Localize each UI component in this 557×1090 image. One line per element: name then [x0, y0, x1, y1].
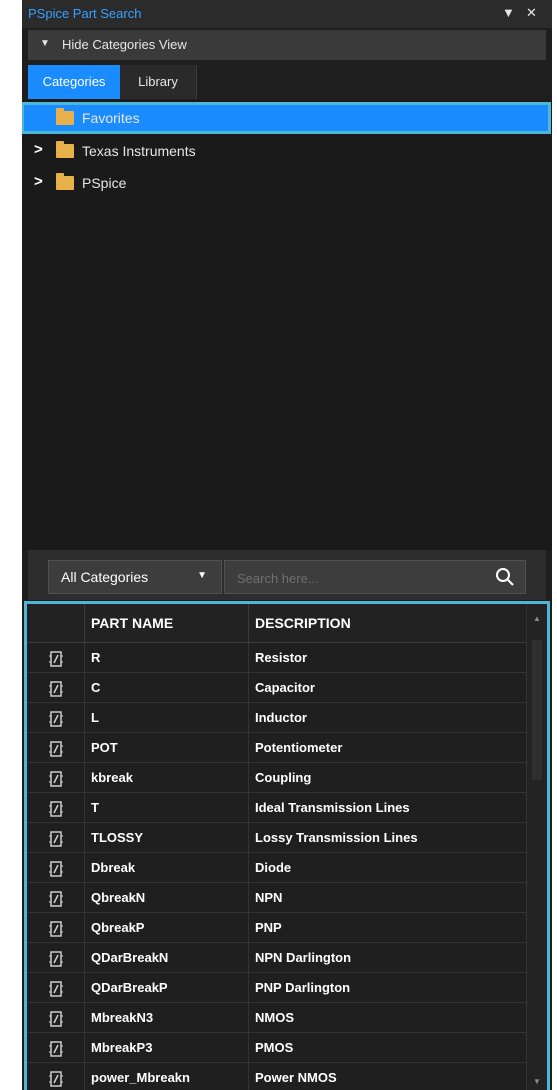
chevron-down-icon[interactable]: ▼	[502, 5, 515, 20]
vertical-scrollbar[interactable]: ▲ ▼	[526, 604, 547, 1090]
filter-bar: All Categories ▼	[28, 550, 546, 600]
table-row[interactable]: QbreakP PNP	[27, 913, 527, 943]
tab-bar: Categories Library	[28, 65, 546, 99]
parts-grid: PART NAME DESCRIPTION R Resistor C Capacito…	[24, 601, 550, 1090]
description-cell: Coupling	[249, 763, 527, 792]
table-row[interactable]: QbreakN NPN	[27, 883, 527, 913]
part-name-cell: power_Mbreakn	[85, 1063, 249, 1090]
table-row[interactable]: R Resistor	[27, 643, 527, 673]
part-symbol-icon	[27, 703, 85, 732]
table-row[interactable]: MbreakN3 NMOS	[27, 1003, 527, 1033]
part-symbol-icon	[27, 643, 85, 672]
tree-item-pspice[interactable]: > PSpice	[24, 170, 548, 196]
triangle-down-icon: ▼	[40, 38, 50, 49]
part-name-cell: MbreakP3	[85, 1033, 249, 1062]
part-name-cell: T	[85, 793, 249, 822]
part-symbol-icon	[27, 883, 85, 912]
scroll-thumb[interactable]	[532, 640, 542, 780]
part-name-cell: MbreakN3	[85, 1003, 249, 1032]
category-tree: Favorites > Texas Instruments > PSpice	[22, 100, 552, 550]
table-row[interactable]: QDarBreakN NPN Darlington	[27, 943, 527, 973]
part-name-cell: C	[85, 673, 249, 702]
description-cell: Lossy Transmission Lines	[249, 823, 527, 852]
part-symbol-icon	[27, 1063, 85, 1090]
dropdown-arrow-icon: ▼	[197, 570, 207, 581]
part-name-cell: kbreak	[85, 763, 249, 792]
part-name-cell: QDarBreakP	[85, 973, 249, 1002]
part-symbol-icon	[27, 673, 85, 702]
scroll-up-icon[interactable]: ▲	[533, 614, 541, 623]
part-symbol-icon	[27, 973, 85, 1002]
table-row[interactable]: T Ideal Transmission Lines	[27, 793, 527, 823]
part-symbol-icon	[27, 943, 85, 972]
part-symbol-icon	[27, 1033, 85, 1062]
part-symbol-icon	[27, 913, 85, 942]
window-title: PSpice Part Search	[28, 6, 142, 21]
part-name-cell: R	[85, 643, 249, 672]
table-row[interactable]: C Capacitor	[27, 673, 527, 703]
category-select[interactable]: All Categories ▼	[48, 560, 222, 594]
tree-item-label: PSpice	[82, 175, 127, 191]
hide-categories-toggle[interactable]: ▼ Hide Categories View	[28, 30, 546, 60]
part-symbol-icon	[27, 733, 85, 762]
part-symbol-icon	[27, 1003, 85, 1032]
table-row[interactable]: TLOSSY Lossy Transmission Lines	[27, 823, 527, 853]
part-name-cell: TLOSSY	[85, 823, 249, 852]
category-select-value: All Categories	[61, 569, 149, 585]
chevron-right-icon[interactable]: >	[34, 141, 43, 158]
part-name-cell: QbreakN	[85, 883, 249, 912]
scroll-down-icon[interactable]: ▼	[533, 1077, 541, 1086]
search-input[interactable]	[235, 567, 479, 589]
part-symbol-icon	[27, 853, 85, 882]
description-cell: Resistor	[249, 643, 527, 672]
table-row[interactable]: QDarBreakP PNP Darlington	[27, 973, 527, 1003]
table-row[interactable]: kbreak Coupling	[27, 763, 527, 793]
table-row[interactable]: POT Potentiometer	[27, 733, 527, 763]
title-bar: PSpice Part Search ▼ ✕	[22, 0, 552, 28]
part-name-cell: QbreakP	[85, 913, 249, 942]
chevron-right-icon[interactable]: >	[34, 173, 43, 190]
tree-item-label: Favorites	[82, 110, 140, 126]
table-row[interactable]: MbreakP3 PMOS	[27, 1033, 527, 1063]
description-cell: Ideal Transmission Lines	[249, 793, 527, 822]
part-name-cell: L	[85, 703, 249, 732]
description-cell: Capacitor	[249, 673, 527, 702]
header-description[interactable]: DESCRIPTION	[249, 604, 527, 642]
table-row[interactable]: L Inductor	[27, 703, 527, 733]
description-cell: Diode	[249, 853, 527, 882]
description-cell: NPN	[249, 883, 527, 912]
description-cell: NPN Darlington	[249, 943, 527, 972]
pspice-part-search-panel: PSpice Part Search ▼ ✕ ▼ Hide Categories…	[22, 0, 552, 1090]
description-cell: NMOS	[249, 1003, 527, 1032]
tab-library[interactable]: Library	[120, 65, 197, 99]
description-cell: Inductor	[249, 703, 527, 732]
description-cell: PNP Darlington	[249, 973, 527, 1002]
description-cell: Power NMOS	[249, 1063, 527, 1090]
part-name-cell: Dbreak	[85, 853, 249, 882]
table-row[interactable]: Dbreak Diode	[27, 853, 527, 883]
header-icon-column	[27, 604, 85, 642]
folder-icon	[56, 141, 74, 158]
header-part-name[interactable]: PART NAME	[85, 604, 249, 642]
part-name-cell: POT	[85, 733, 249, 762]
tree-item-texas-instruments[interactable]: > Texas Instruments	[24, 138, 548, 164]
grid-header: PART NAME DESCRIPTION	[27, 604, 527, 643]
hide-categories-label: Hide Categories View	[62, 37, 187, 52]
part-name-cell: QDarBreakN	[85, 943, 249, 972]
part-symbol-icon	[27, 793, 85, 822]
description-cell: PMOS	[249, 1033, 527, 1062]
search-icon[interactable]	[495, 567, 515, 587]
part-symbol-icon	[27, 823, 85, 852]
description-cell: Potentiometer	[249, 733, 527, 762]
folder-icon	[56, 173, 74, 190]
tree-item-label: Texas Instruments	[82, 143, 196, 159]
folder-icon	[56, 108, 74, 125]
tree-item-favorites[interactable]: Favorites	[22, 102, 551, 134]
description-cell: PNP	[249, 913, 527, 942]
close-icon[interactable]: ✕	[526, 5, 537, 21]
tab-categories[interactable]: Categories	[28, 65, 120, 99]
part-symbol-icon	[27, 763, 85, 792]
search-box	[224, 560, 526, 594]
table-row[interactable]: power_Mbreakn Power NMOS	[27, 1063, 527, 1090]
